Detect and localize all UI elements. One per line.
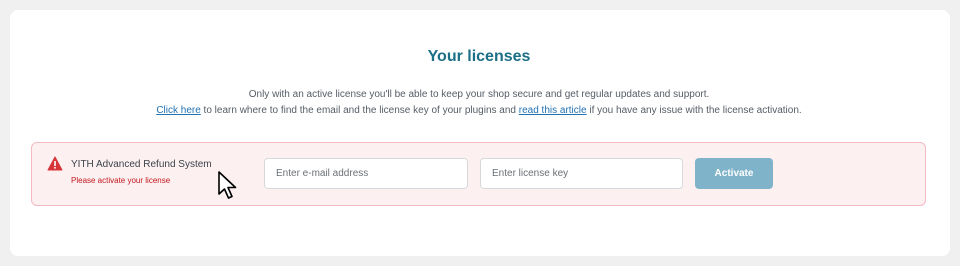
page-title: Your licenses [427,48,531,65]
plugin-name: YITH Advanced Refund System [71,159,212,170]
license-row [31,142,926,206]
activate-button[interactable]: Activate [695,158,773,189]
description-line-1: Only with an active license you'll be ab… [248,89,710,100]
description-text-2: if you have any issue with the license a… [586,105,802,116]
email-input[interactable]: Enter e-mail address [264,158,468,189]
click-here-link[interactable]: Click here [156,105,200,116]
license-status: Please activate your license [71,176,171,185]
description-text-1: to learn where to find the email and the… [200,105,519,116]
warning-triangle-icon [47,156,63,171]
description-line-2: Click here to learn where to find the em… [0,104,958,118]
mouse-cursor-icon [218,171,237,199]
license-key-input[interactable]: Enter license key [480,158,683,189]
read-article-link[interactable]: read this article [519,105,587,116]
